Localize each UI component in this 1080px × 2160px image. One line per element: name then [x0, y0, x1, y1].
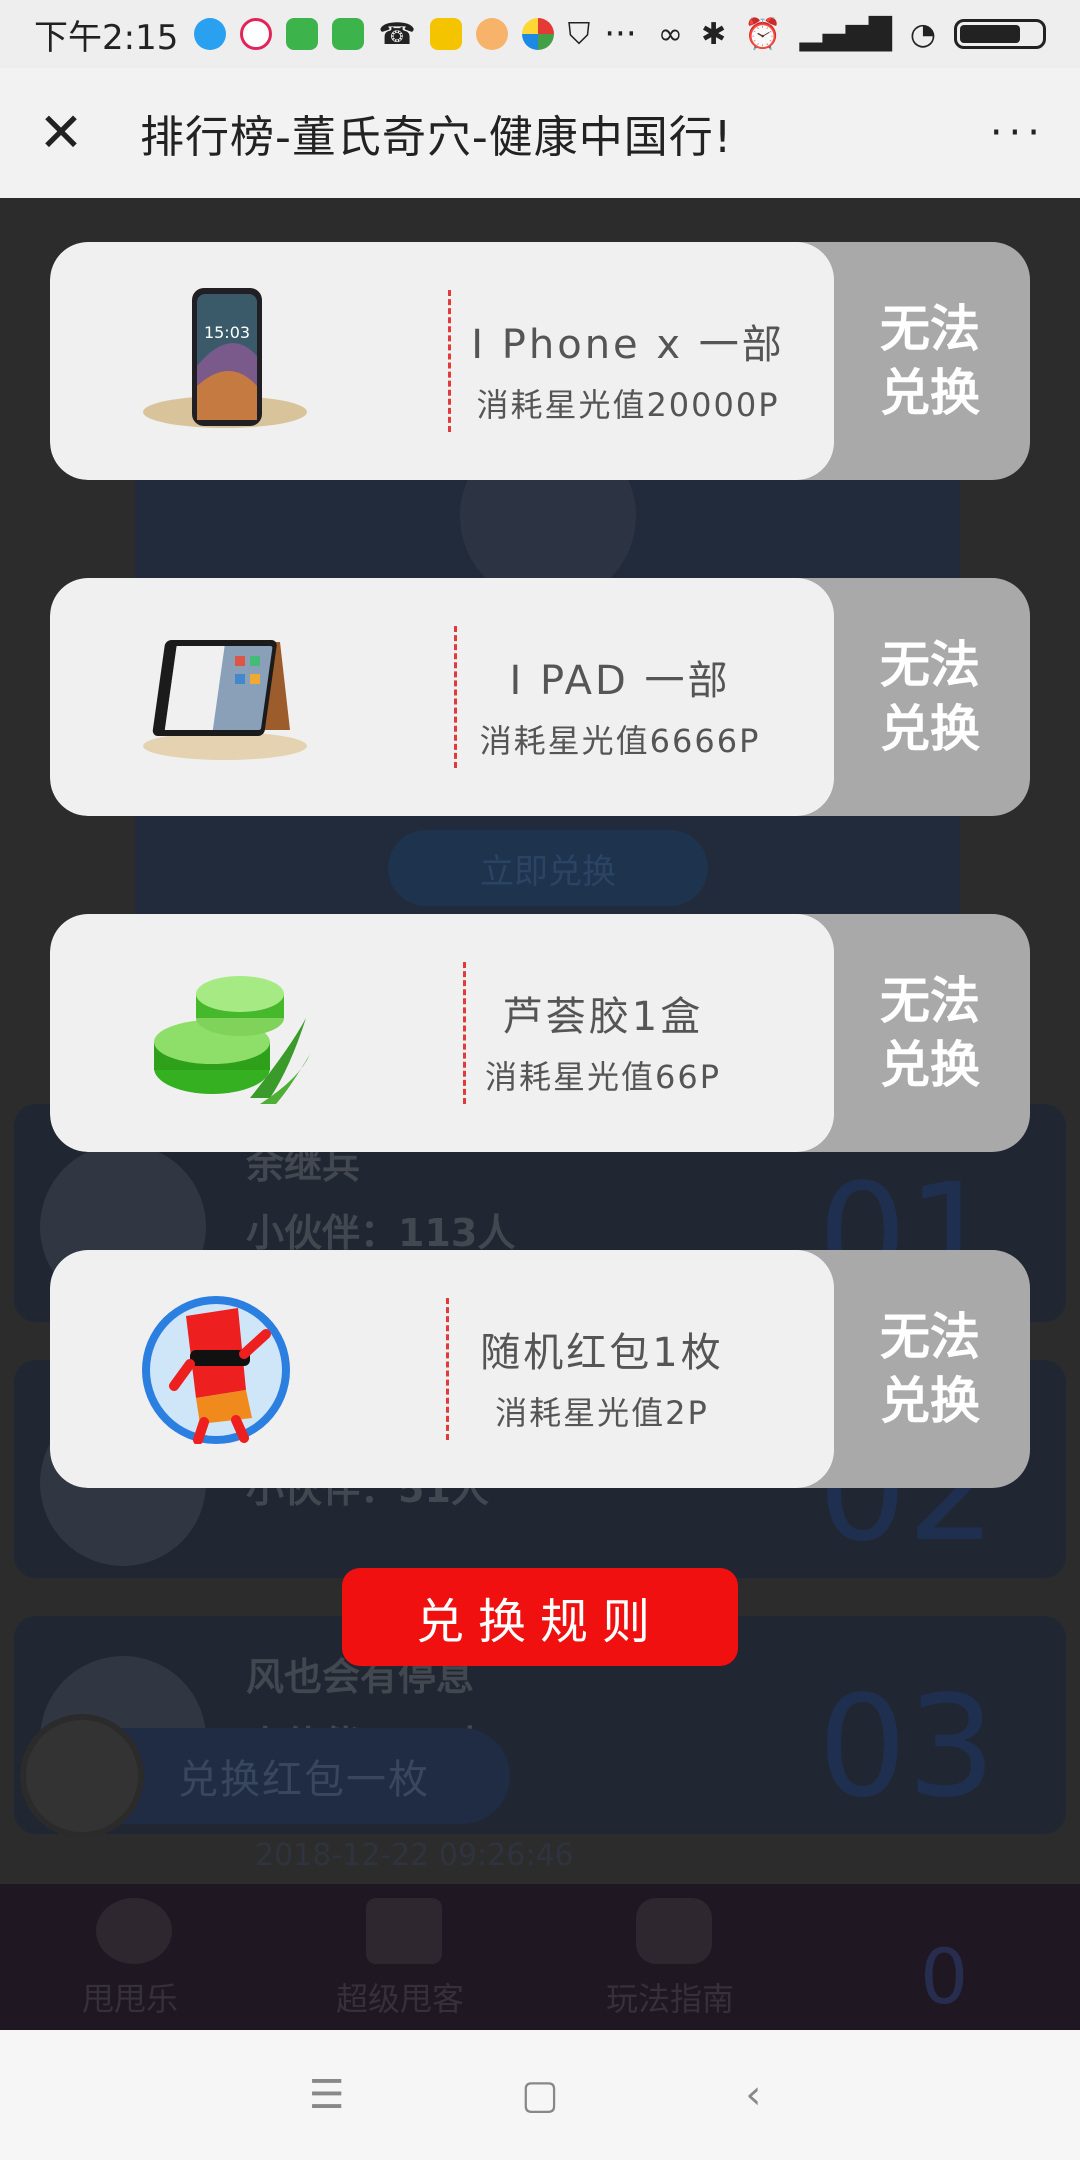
- alarm-icon: ⏰: [744, 16, 782, 52]
- prize-divider: [446, 1298, 449, 1440]
- prize-cost: 消耗星光值6666P: [479, 722, 761, 760]
- pinwheel-icon: [521, 18, 554, 50]
- green-qu-icon: [332, 18, 365, 50]
- prize-card: 15:03 I Phone x 一部 消耗星光值20000P 无法兑换: [50, 242, 1030, 480]
- prize-info: 随机红包1枚 消耗星光值2P: [50, 1250, 834, 1488]
- notification-icons: ☎ ⛉ ···: [194, 14, 637, 54]
- status-time: 下午2:15: [34, 17, 179, 58]
- redeem-status: 无法兑换: [880, 636, 980, 758]
- more-options-icon[interactable]: ···: [990, 110, 1046, 156]
- shield-icon: ⛉: [567, 16, 591, 52]
- prize-info: I PAD 一部 消耗星光值6666P: [50, 578, 834, 816]
- prize-text: 随机红包1枚 消耗星光值2P: [462, 1320, 742, 1434]
- prize-card: 随机红包1枚 消耗星光值2P 无法兑换: [50, 1250, 1030, 1488]
- page-title: 排行榜-董氏奇穴-健康中国行!: [140, 112, 733, 163]
- prize-card: 芦荟胶1盒 消耗星光值66P 无法兑换: [50, 914, 1030, 1152]
- prize-name: I Phone x 一部: [471, 322, 785, 368]
- prize-name: 随机红包1枚: [480, 1330, 724, 1376]
- more-notifications-icon: ···: [604, 14, 637, 54]
- prize-info: 15:03 I Phone x 一部 消耗星光值20000P: [50, 242, 834, 480]
- missed-call-icon: ☎: [378, 16, 416, 52]
- system-nav-bar: ☰ ▢ ‹: [0, 2030, 1080, 2160]
- status-bar: 下午2:15 ☎ ⛉ ··· ∞ ✱ ⏰ ▂▄▆█ ◔: [0, 0, 1080, 68]
- top-nav-bar: ✕ 排行榜-董氏奇穴-健康中国行! ···: [0, 68, 1080, 198]
- yellow-app-icon: [429, 18, 462, 50]
- battery-icon: [954, 19, 1046, 49]
- prize-cost: 消耗星光值66P: [484, 1058, 722, 1096]
- bluetooth-icon: ✱: [701, 16, 727, 52]
- prize-divider: [454, 626, 457, 768]
- face-app-icon: [475, 18, 508, 50]
- prize-name: 芦荟胶1盒: [502, 994, 704, 1040]
- prize-divider: [448, 290, 451, 432]
- link-icon: ∞: [658, 16, 684, 52]
- signal-icon: ▂▄▆█: [799, 16, 892, 52]
- prize-card: I PAD 一部 消耗星光值6666P 无法兑换: [50, 578, 1030, 816]
- aloe-gel-image: [154, 976, 310, 1104]
- blue-app-icon: [194, 18, 227, 50]
- redeem-status: 无法兑换: [880, 1308, 980, 1430]
- prize-name: I PAD 一部: [509, 658, 731, 704]
- prize-text: I PAD 一部 消耗星光值6666P: [470, 648, 770, 762]
- prize-cost: 消耗星光值20000P: [476, 386, 780, 424]
- red-play-icon: [240, 18, 273, 50]
- prize-text: I Phone x 一部 消耗星光值20000P: [468, 312, 788, 426]
- red-envelope-image: [142, 1296, 290, 1444]
- home-icon[interactable]: ▢: [510, 2065, 570, 2125]
- prize-divider: [463, 962, 466, 1104]
- svg-text:15:03: 15:03: [204, 323, 250, 342]
- tablet-image: [143, 640, 307, 760]
- prize-info: 芦荟胶1盒 消耗星光值66P: [50, 914, 834, 1152]
- menu-icon[interactable]: ☰: [297, 2065, 357, 2125]
- green-qu-icon: [286, 18, 319, 50]
- back-icon[interactable]: ‹: [723, 2065, 783, 2125]
- system-status: ∞ ✱ ⏰ ▂▄▆█ ◔: [658, 17, 1046, 52]
- phone-image: 15:03: [143, 288, 307, 428]
- prize-cost: 消耗星光值2P: [495, 1394, 709, 1432]
- wifi-icon: ◔: [909, 16, 936, 52]
- redeem-status: 无法兑换: [880, 300, 980, 422]
- redeem-status: 无法兑换: [880, 972, 980, 1094]
- prize-text: 芦荟胶1盒 消耗星光值66P: [478, 984, 728, 1098]
- close-icon[interactable]: ✕: [34, 106, 88, 160]
- exchange-rules-button[interactable]: 兑换规则: [342, 1568, 738, 1666]
